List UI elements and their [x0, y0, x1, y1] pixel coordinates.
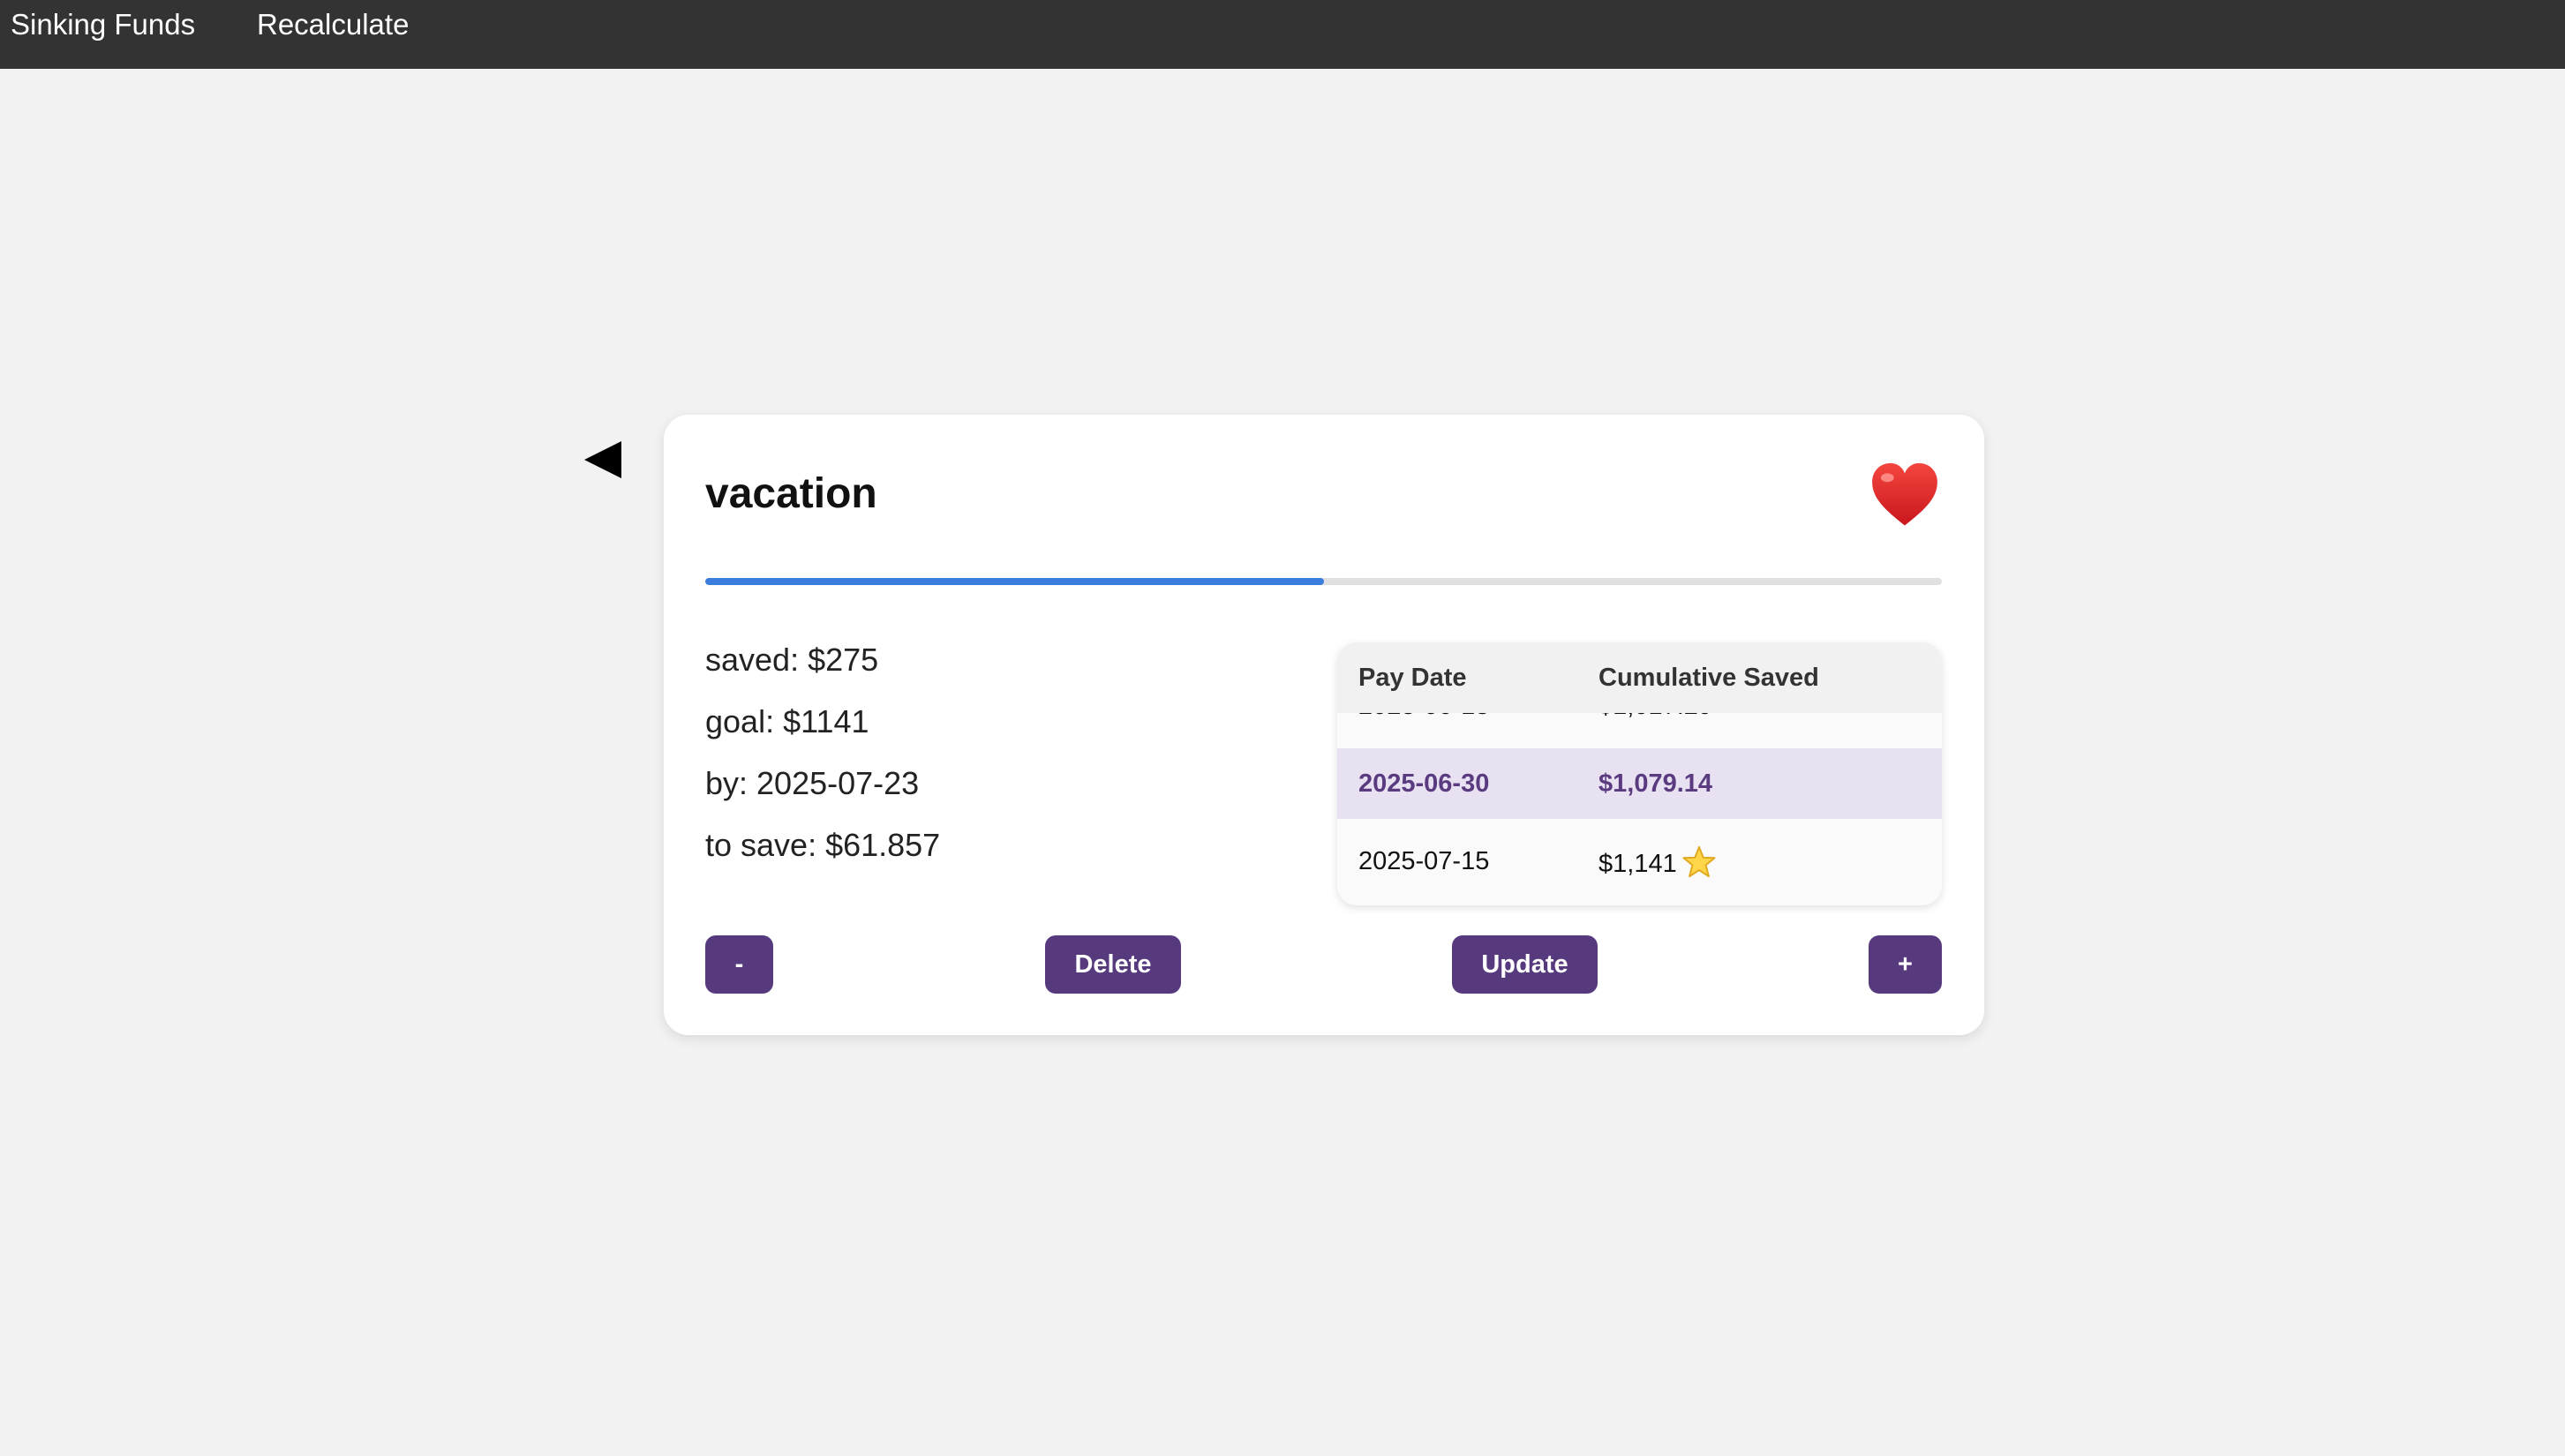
table-header-row: Pay Date Cumulative Saved	[1337, 642, 1942, 713]
header-cumulative-saved: Cumulative Saved	[1598, 664, 1819, 692]
nav-home-link[interactable]: Sinking Funds	[11, 7, 195, 42]
saved-amount: saved: $275	[705, 642, 879, 678]
row-cumulative-cell: $1,141	[1598, 845, 1716, 880]
to-save-amount: to save: $61.857	[705, 827, 941, 863]
triangle-left-icon[interactable]	[583, 439, 623, 480]
decrement-button[interactable]: -	[705, 935, 773, 994]
row-cumulative-saved: $1,079.14	[1598, 769, 1713, 798]
goal-amount: goal: $1141	[705, 703, 869, 739]
progress-bar-fill	[705, 578, 1324, 585]
update-button[interactable]: Update	[1452, 935, 1598, 994]
fund-card: vacation saved: $275 goal: $1141 by: 202…	[664, 415, 1984, 1035]
nav-recalculate-link[interactable]: Recalculate	[257, 7, 409, 42]
increment-button[interactable]: +	[1869, 935, 1942, 994]
header-pay-date: Pay Date	[1358, 664, 1467, 692]
star-icon	[1682, 845, 1716, 878]
delete-button[interactable]: Delete	[1045, 935, 1181, 994]
target-date: by: 2025-07-23	[705, 765, 920, 801]
table-row-highlighted[interactable]: 2025-06-30 $1,079.14	[1337, 748, 1942, 819]
top-nav-bar: Sinking Funds Recalculate	[0, 0, 2565, 69]
fund-title: vacation	[705, 470, 877, 517]
row-pay-date: 2025-07-15	[1358, 847, 1490, 875]
heart-icon[interactable]	[1869, 459, 1941, 531]
row-cumulative-saved: $1,141	[1598, 850, 1677, 878]
progress-bar	[705, 578, 1942, 585]
savings-schedule-table[interactable]: Pay Date Cumulative Saved 2025-06-13 $1,…	[1337, 642, 1942, 905]
table-row[interactable]: 2025-07-15 $1,141	[1337, 819, 1942, 889]
row-pay-date: 2025-06-30	[1358, 769, 1490, 798]
